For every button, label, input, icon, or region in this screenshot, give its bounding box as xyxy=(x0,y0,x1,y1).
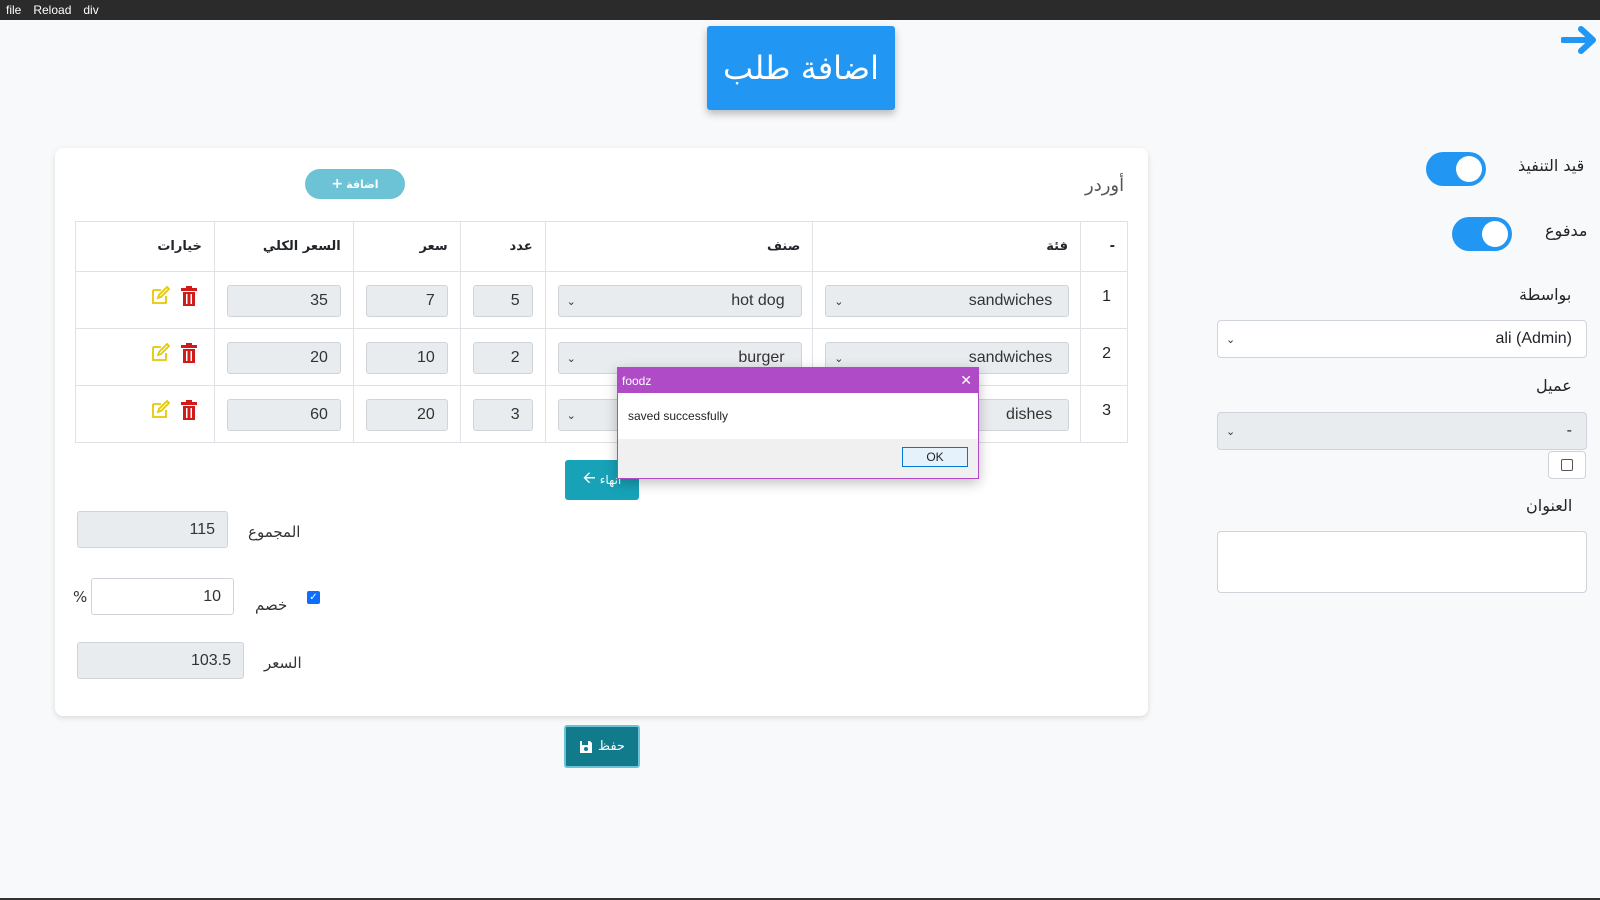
add-label: اضافة xyxy=(346,177,379,191)
chevron-down-icon: ⌄ xyxy=(834,295,844,308)
trash-icon[interactable] xyxy=(180,343,198,363)
order-title: أوردر xyxy=(1085,175,1125,196)
page-title: اضافة طلب xyxy=(707,26,895,110)
dialog-titlebar: foodz ✕ xyxy=(618,368,978,393)
client-label: عميل xyxy=(1536,376,1572,395)
sum-field: 115 xyxy=(77,511,228,548)
menu-reload[interactable]: Reload xyxy=(33,3,71,17)
col-index: - xyxy=(1079,221,1129,272)
dialog-body: saved successfully xyxy=(618,393,978,439)
row-number: 1 xyxy=(1102,288,1111,305)
row-number: 3 xyxy=(1102,402,1111,419)
chevron-down-icon: ⌄ xyxy=(566,352,576,365)
address-label: العنوان xyxy=(1526,496,1573,515)
client-select[interactable]: ⌄ - xyxy=(1217,412,1587,450)
discount-checkbox[interactable]: ✓ xyxy=(307,591,320,604)
col-qty: عدد xyxy=(459,221,546,272)
paid-label: مدفوع xyxy=(1545,221,1588,240)
chevron-down-icon: ⌄ xyxy=(834,352,844,365)
arrow-right-icon[interactable] xyxy=(1561,24,1600,56)
edit-icon[interactable] xyxy=(150,343,170,363)
row-price[interactable]: 20 xyxy=(365,399,448,431)
edit-icon[interactable] xyxy=(150,286,170,306)
address-field[interactable] xyxy=(1217,531,1587,593)
price-field: 103.5 xyxy=(77,642,244,679)
dialog-title: foodz xyxy=(622,373,652,388)
by-label: بواسطة xyxy=(1519,285,1572,304)
menubar: file Reload div xyxy=(0,0,1600,20)
row-total: 60 xyxy=(226,399,341,431)
row-price[interactable]: 10 xyxy=(365,342,448,374)
chevron-down-icon: ⌄ xyxy=(1226,425,1236,438)
save-label: حفظ xyxy=(598,739,625,754)
sum-label: المجموع xyxy=(248,523,301,541)
trash-icon[interactable] xyxy=(180,286,198,306)
client-value: - xyxy=(1566,422,1572,439)
row-qty[interactable]: 2 xyxy=(472,342,533,374)
price-label: السعر xyxy=(264,654,302,672)
chevron-down-icon: ⌄ xyxy=(566,295,576,308)
chevron-down-icon: ⌄ xyxy=(566,409,576,422)
save-button[interactable]: حفظ xyxy=(564,725,640,768)
row-item-select[interactable]: ⌄ hot dog xyxy=(557,285,802,317)
alert-dialog: foodz ✕ saved successfully OK xyxy=(617,367,979,479)
by-value: ali (Admin) xyxy=(1495,330,1572,347)
edit-icon[interactable] xyxy=(150,400,170,420)
col-category: فئة xyxy=(812,221,1081,272)
col-options: خيارات xyxy=(75,221,215,272)
save-icon xyxy=(580,740,593,753)
trash-icon[interactable] xyxy=(180,400,198,420)
menu-file[interactable]: file xyxy=(6,3,21,17)
close-icon[interactable]: ✕ xyxy=(960,372,972,389)
table-header-row: خيارات السعر الكلي سعر عدد صنف فئة - xyxy=(75,221,1129,272)
arrow-left-icon: 🡨 xyxy=(582,467,596,487)
table-row: 35 7 5 ⌄ hot dog ⌄ sandwiches 1 xyxy=(75,271,1129,329)
add-row-button[interactable]: + اضافة xyxy=(305,169,405,199)
row-total: 20 xyxy=(226,342,341,374)
row-category-select[interactable]: ⌄ sandwiches xyxy=(825,285,1070,317)
row-qty[interactable]: 5 xyxy=(472,285,533,317)
plus-icon: + xyxy=(331,176,344,192)
paid-toggle[interactable] xyxy=(1452,217,1512,251)
row-number: 2 xyxy=(1102,345,1111,362)
discount-field[interactable]: 10 xyxy=(91,578,234,615)
col-total: السعر الكلي xyxy=(213,221,354,272)
in-progress-label: قيد التنفيذ xyxy=(1518,156,1585,175)
col-item: صنف xyxy=(544,221,814,272)
ok-button[interactable]: OK xyxy=(902,447,968,467)
row-qty[interactable]: 3 xyxy=(472,399,533,431)
row-price[interactable]: 7 xyxy=(365,285,448,317)
col-price: سعر xyxy=(352,221,461,272)
menu-div[interactable]: div xyxy=(83,3,98,17)
in-progress-toggle[interactable] xyxy=(1426,152,1486,186)
chevron-down-icon: ⌄ xyxy=(1226,333,1236,346)
row-total: 35 xyxy=(226,285,341,317)
discount-label: خصم xyxy=(255,596,288,614)
by-select[interactable]: ⌄ ali (Admin) xyxy=(1217,320,1587,358)
percent-sign: % xyxy=(73,588,88,606)
client-new-checkbox[interactable] xyxy=(1548,451,1586,479)
